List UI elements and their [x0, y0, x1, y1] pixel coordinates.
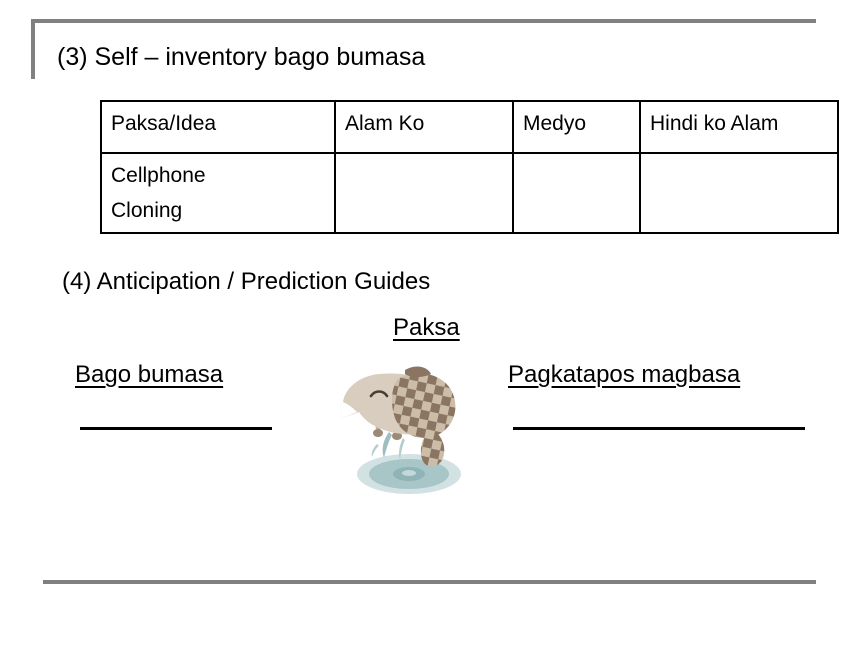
self-inventory-table: Paksa/Idea Alam Ko Medyo Hindi ko Alam C… — [100, 100, 839, 234]
table-row: Cellphone Cloning — [100, 152, 839, 234]
table-header-row: Paksa/Idea Alam Ko Medyo Hindi ko Alam — [100, 100, 839, 154]
section-3-heading: (3) Self – inventory bago bumasa — [57, 43, 426, 71]
table-header-medyo: Medyo — [512, 100, 641, 154]
paksa-label: Paksa — [393, 314, 460, 341]
lamb-ear — [405, 366, 431, 377]
frame-rule-bottom — [43, 580, 816, 584]
table-header-alam-ko: Alam Ko — [334, 100, 514, 154]
splash-left — [382, 432, 392, 458]
splash-far-left — [371, 444, 379, 457]
table-header-topic: Paksa/Idea — [100, 100, 336, 154]
table-header-hindi-ko-alam: Hindi ko Alam — [639, 100, 839, 154]
after-reading-answer-line[interactable] — [513, 427, 805, 430]
frame-rule-top — [31, 19, 816, 23]
before-reading-answer-line[interactable] — [80, 427, 272, 430]
lamb-hoof-front — [373, 429, 383, 437]
slide-canvas: (3) Self – inventory bago bumasa Paksa/I… — [0, 0, 864, 648]
after-reading-label: Pagkatapos magbasa — [508, 361, 741, 388]
table-cell-alam-ko[interactable] — [334, 152, 514, 234]
table-cell-topic: Cellphone Cloning — [100, 152, 336, 234]
section-4-heading: (4) Anticipation / Prediction Guides — [62, 268, 431, 295]
before-reading-label: Bago bumasa — [75, 361, 224, 388]
table-cell-medyo[interactable] — [512, 152, 641, 234]
lamb-jumping-over-puddle-icon — [340, 366, 461, 494]
lamb-fleece-patch — [391, 373, 456, 438]
frame-rule-left — [31, 19, 35, 79]
topic-line-1: Cellphone — [111, 164, 206, 187]
puddle-core — [402, 470, 416, 476]
table-cell-hindi-ko-alam[interactable] — [639, 152, 839, 234]
topic-line-2: Cloning — [111, 199, 183, 222]
